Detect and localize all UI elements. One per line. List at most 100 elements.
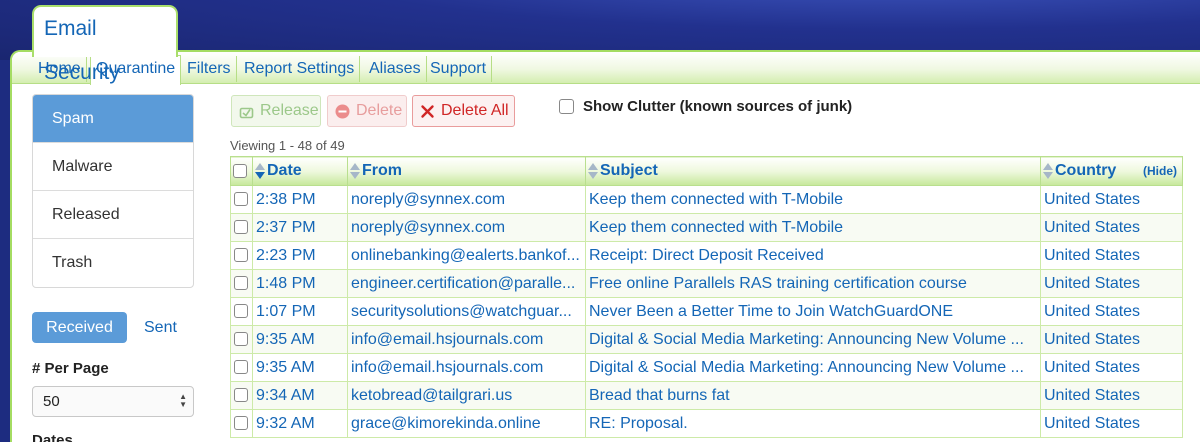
sent-link[interactable]: Sent (144, 312, 177, 343)
cell-from[interactable]: info@email.hsjournals.com (347, 325, 586, 354)
row-checkbox[interactable] (234, 276, 248, 291)
cell-from[interactable]: securitysolutions@watchguar... (347, 297, 586, 326)
release-icon (239, 107, 254, 119)
nav-filters[interactable]: Filters (182, 56, 237, 82)
sort-icon (350, 162, 361, 180)
table-row[interactable]: 9:35 AM info@email.hsjournals.com Digital … (230, 353, 1183, 382)
clutter-checkbox[interactable] (559, 99, 574, 114)
row-select-cell (230, 325, 253, 354)
cell-subject[interactable]: Never Been a Better Time to Join WatchGu… (585, 297, 1041, 326)
row-select-cell (230, 213, 253, 242)
cell-from[interactable]: engineer.certification@paralle... (347, 269, 586, 298)
cell-from[interactable]: info@email.hsjournals.com (347, 353, 586, 382)
cell-from[interactable]: onlinebanking@ealerts.bankof... (347, 241, 586, 270)
column-header-country-label: Country (1055, 162, 1117, 180)
table-row[interactable]: 9:34 AM ketobread@tailgrari.us Bread that … (230, 381, 1183, 410)
viewing-count: Viewing 1 - 48 of 49 (230, 138, 345, 153)
row-checkbox[interactable] (234, 248, 248, 263)
cell-date: 2:37 PM (252, 213, 348, 242)
sidebar-item-malware[interactable]: Malware (33, 143, 193, 191)
cell-subject[interactable]: Free online Parallels RAS training certi… (585, 269, 1041, 298)
row-select-cell (230, 241, 253, 270)
cell-country: United States (1040, 409, 1183, 438)
table-header-row: Date From Subject Country (Hide) (230, 156, 1183, 186)
clutter-label: Show Clutter (known sources of junk) (583, 98, 853, 115)
sort-desc-icon (255, 162, 266, 180)
cell-date: 9:35 AM (252, 353, 348, 382)
close-icon (421, 105, 434, 118)
table-row[interactable]: 2:38 PM noreply@synnex.com Keep them conne… (230, 185, 1183, 214)
table-row[interactable]: 2:23 PM onlinebanking@ealerts.bankof... Re… (230, 241, 1183, 270)
nav-aliases[interactable]: Aliases (364, 56, 427, 82)
row-checkbox[interactable] (234, 416, 248, 431)
cell-date: 1:07 PM (252, 297, 348, 326)
cell-date: 9:34 AM (252, 381, 348, 410)
row-select-cell (230, 185, 253, 214)
sidebar-item-trash[interactable]: Trash (33, 239, 193, 287)
row-checkbox[interactable] (234, 220, 248, 235)
column-header-country[interactable]: Country (Hide) (1040, 156, 1183, 186)
column-header-subject[interactable]: Subject (585, 156, 1041, 186)
column-header-date[interactable]: Date (252, 156, 348, 186)
nav-report-settings[interactable]: Report Settings (239, 56, 361, 82)
app-title: Email Security (32, 5, 178, 84)
delete-button[interactable]: Delete (327, 95, 407, 127)
cell-country: United States (1040, 381, 1183, 410)
cell-date: 1:48 PM (252, 269, 348, 298)
sidebar-item-released[interactable]: Released (33, 191, 193, 239)
cell-from[interactable]: noreply@synnex.com (347, 213, 586, 242)
sort-icon (588, 162, 599, 180)
row-checkbox[interactable] (234, 332, 248, 347)
cell-date: 9:35 AM (252, 325, 348, 354)
cell-subject[interactable]: Receipt: Direct Deposit Received (585, 241, 1041, 270)
delete-label: Delete (356, 102, 403, 119)
cell-date: 2:23 PM (252, 241, 348, 270)
sort-icon (1043, 162, 1054, 180)
table-row[interactable]: 2:37 PM noreply@synnex.com Keep them conne… (230, 213, 1183, 242)
cell-date: 2:38 PM (252, 185, 348, 214)
cell-subject[interactable]: Keep them connected with T-Mobile (585, 213, 1041, 242)
cell-subject[interactable]: Digital & Social Media Marketing: Announ… (585, 325, 1041, 354)
row-checkbox[interactable] (234, 360, 248, 375)
per-page-label: # Per Page (32, 360, 109, 377)
delete-all-label: Delete All (441, 102, 509, 119)
cell-country: United States (1040, 353, 1183, 382)
column-header-date-label: Date (267, 162, 302, 180)
hide-country-link[interactable]: (Hide) (1143, 164, 1177, 178)
cell-from[interactable]: noreply@synnex.com (347, 185, 586, 214)
top-nav: Home Quarantine Filters Report Settings … (12, 52, 1200, 85)
cell-date: 9:32 AM (252, 409, 348, 438)
cell-subject[interactable]: Digital & Social Media Marketing: Announ… (585, 353, 1041, 382)
select-all-cell (230, 156, 253, 186)
select-all-checkbox[interactable] (233, 163, 247, 178)
column-header-from[interactable]: From (347, 156, 586, 186)
table-row[interactable]: 9:35 AM info@email.hsjournals.com Digital … (230, 325, 1183, 354)
row-select-cell (230, 297, 253, 326)
cell-from[interactable]: grace@kimorekinda.online (347, 409, 586, 438)
cell-country: United States (1040, 185, 1183, 214)
column-header-from-label: From (362, 162, 402, 180)
row-checkbox[interactable] (234, 192, 248, 207)
table-row[interactable]: 9:32 AM grace@kimorekinda.online RE: Propo… (230, 409, 1183, 438)
row-checkbox[interactable] (234, 304, 248, 319)
dates-label: Dates (32, 432, 73, 442)
cell-country: United States (1040, 297, 1183, 326)
table-row[interactable]: 1:48 PM engineer.certification@paralle...… (230, 269, 1183, 298)
sidebar-item-spam[interactable]: Spam (33, 95, 193, 143)
row-checkbox[interactable] (234, 388, 248, 403)
table-row[interactable]: 1:07 PM securitysolutions@watchguar... Nev… (230, 297, 1183, 326)
per-page-select[interactable]: 50 ▲ ▼ (32, 386, 194, 417)
delete-all-button[interactable]: Delete All (412, 95, 515, 127)
column-header-subject-label: Subject (600, 162, 658, 180)
per-page-value: 50 (43, 393, 60, 410)
cell-subject[interactable]: RE: Proposal. (585, 409, 1041, 438)
nav-support[interactable]: Support (425, 56, 493, 82)
release-button[interactable]: Release (231, 95, 321, 127)
row-select-cell (230, 381, 253, 410)
select-arrows-icon: ▲ ▼ (179, 392, 187, 409)
cell-subject[interactable]: Bread that burns fat (585, 381, 1041, 410)
cell-subject[interactable]: Keep them connected with T-Mobile (585, 185, 1041, 214)
received-button[interactable]: Received (32, 312, 127, 343)
cell-from[interactable]: ketobread@tailgrari.us (347, 381, 586, 410)
row-select-cell (230, 269, 253, 298)
